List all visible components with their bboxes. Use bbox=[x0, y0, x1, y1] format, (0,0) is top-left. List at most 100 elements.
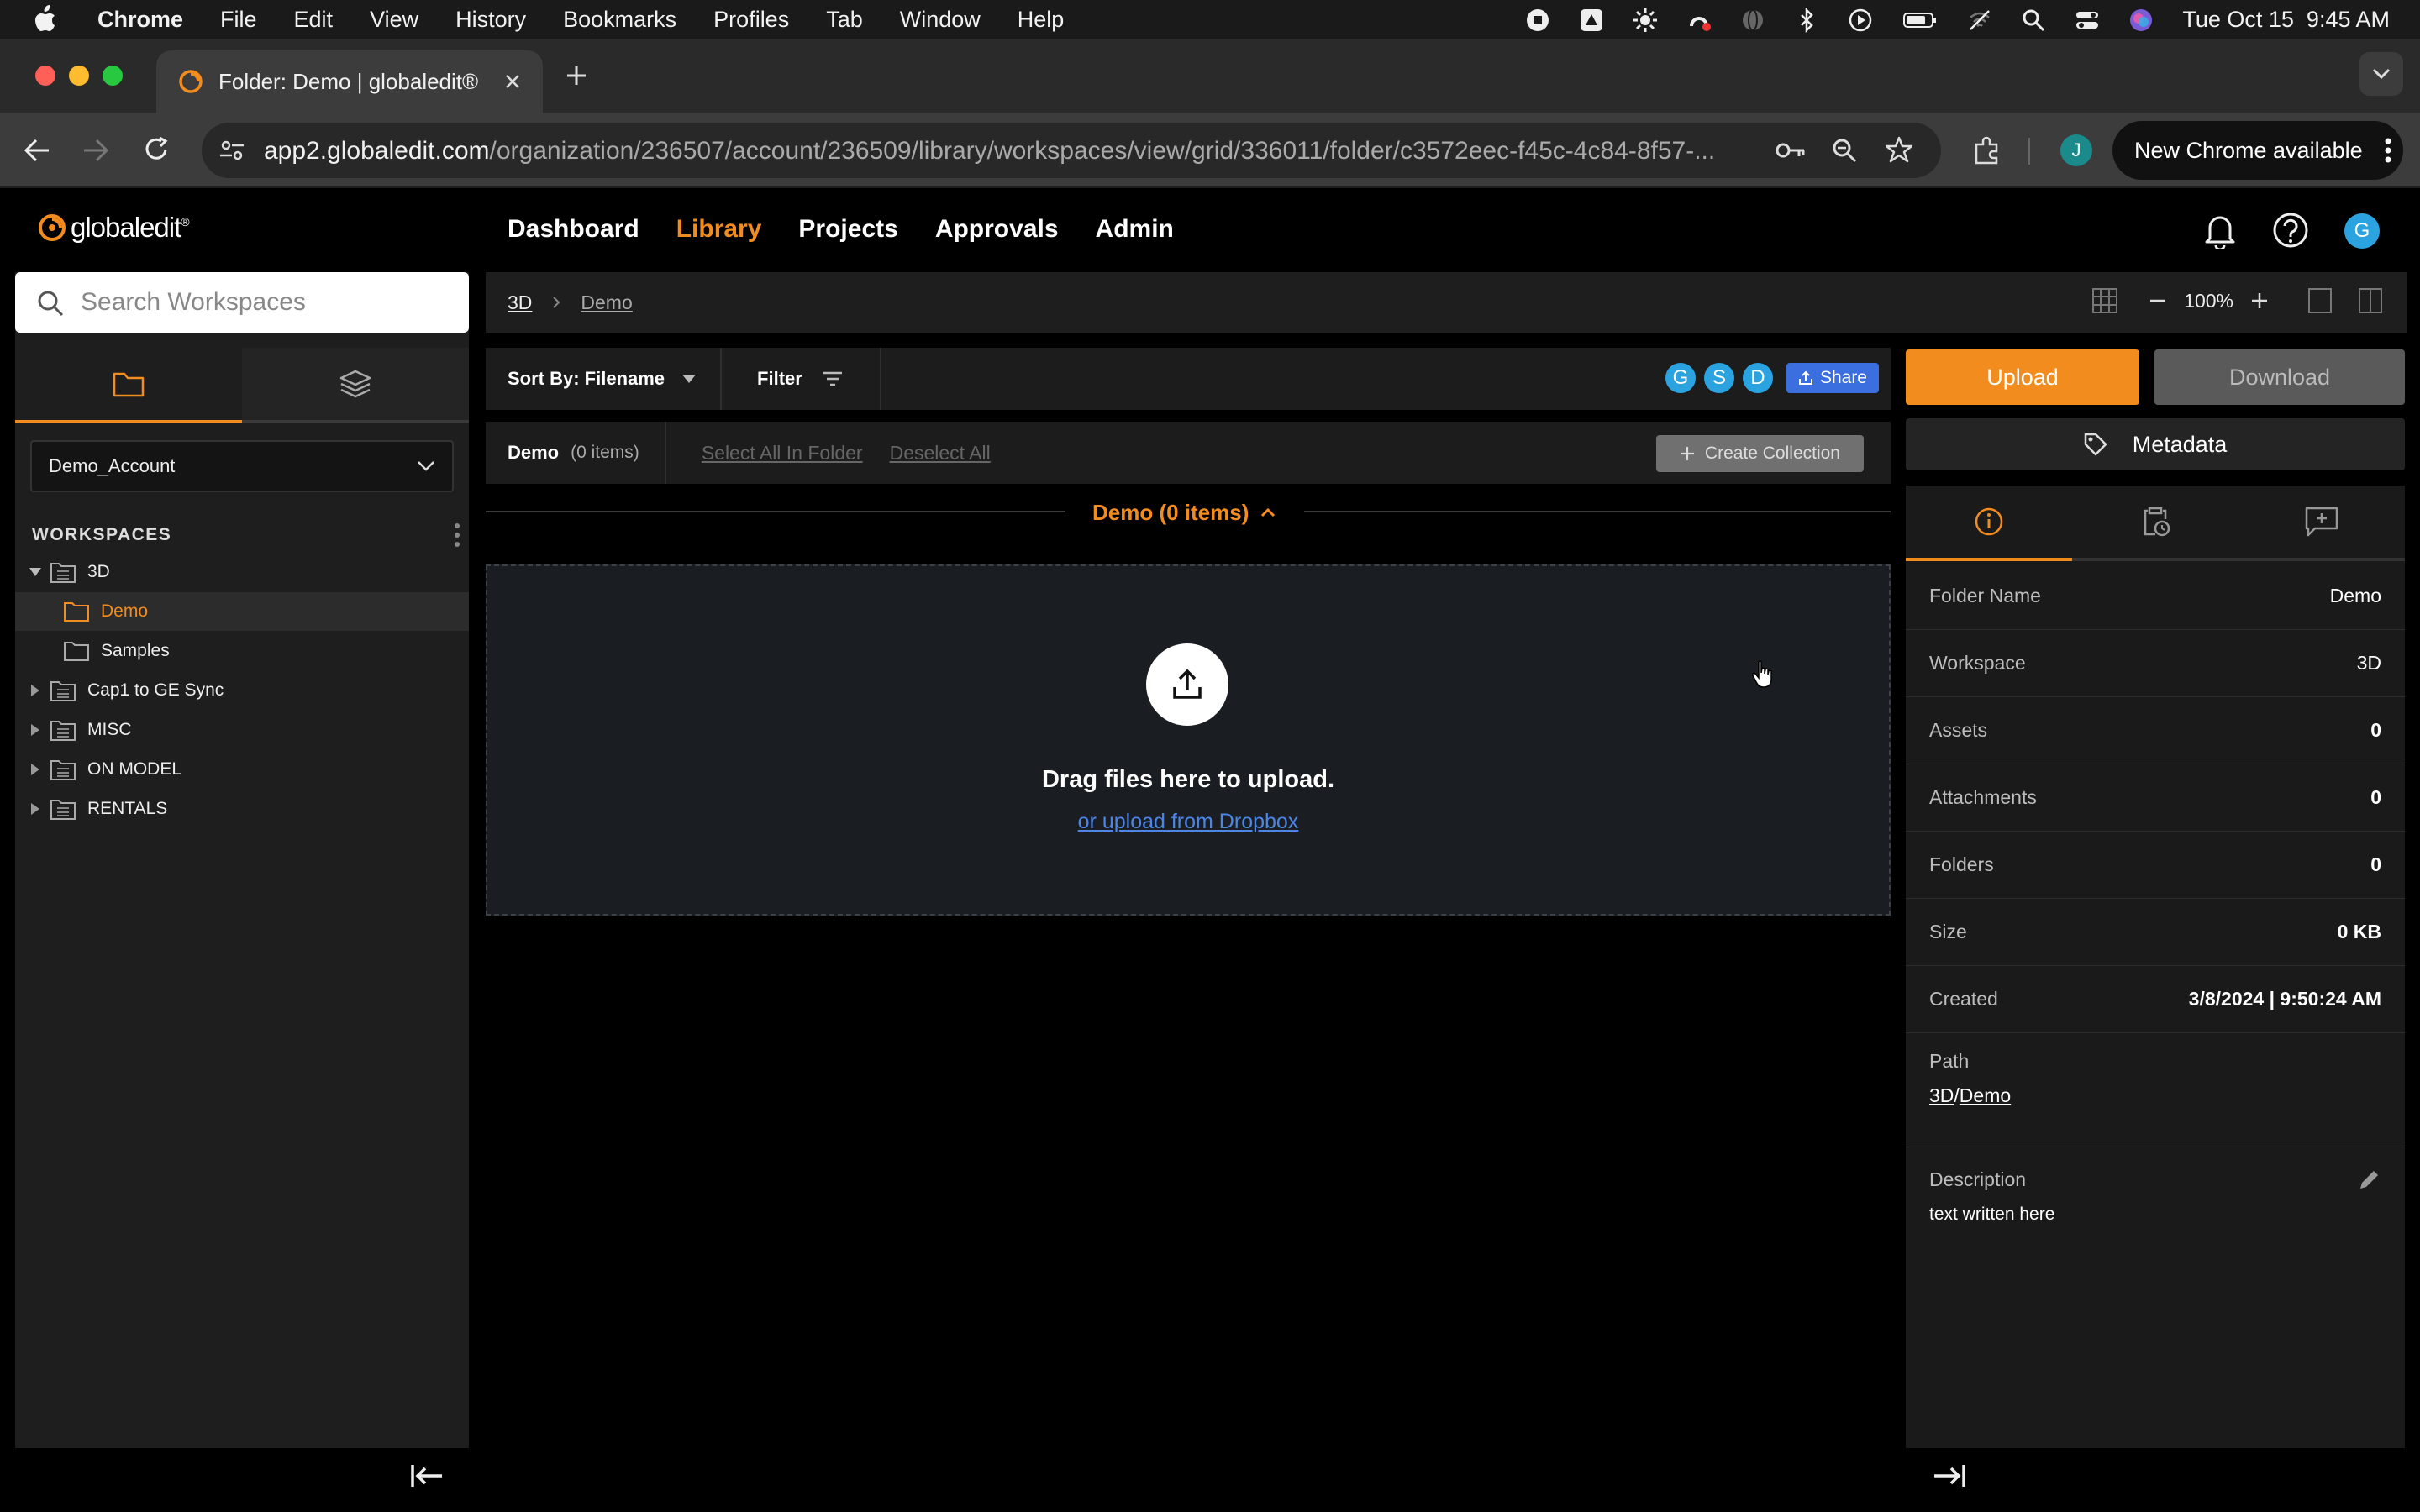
record-icon[interactable] bbox=[1525, 8, 1550, 33]
menu-file[interactable]: File bbox=[220, 7, 257, 33]
notification-bell-icon[interactable] bbox=[2203, 212, 2237, 249]
nav-admin[interactable]: Admin bbox=[1096, 215, 1174, 244]
apple-icon[interactable] bbox=[32, 5, 57, 34]
menu-bookmarks[interactable]: Bookmarks bbox=[563, 7, 676, 33]
sort-dropdown[interactable]: Sort By: Filename bbox=[486, 348, 723, 410]
play-icon[interactable] bbox=[1848, 8, 1873, 33]
caret-right-icon[interactable] bbox=[30, 684, 40, 697]
menubar-clock[interactable]: Tue Oct 15 9:45 AM bbox=[2182, 7, 2390, 33]
battery-icon[interactable] bbox=[1902, 8, 1939, 33]
breadcrumb-demo[interactable]: Demo bbox=[581, 291, 632, 314]
brand-logo[interactable]: globaledit ® bbox=[37, 212, 190, 244]
creative-cloud-icon[interactable] bbox=[1686, 8, 1712, 33]
tree-item-rentals[interactable]: RENTALS bbox=[15, 790, 469, 828]
select-all-link[interactable]: Select All In Folder bbox=[702, 442, 863, 465]
address-bar[interactable]: app2.globaledit.com/organization/236507/… bbox=[202, 123, 1941, 178]
extensions-icon[interactable] bbox=[1973, 136, 2002, 165]
menu-view[interactable]: View bbox=[370, 7, 418, 33]
upload-circle[interactable] bbox=[1146, 643, 1228, 726]
collapse-right-icon[interactable] bbox=[1933, 1463, 1966, 1488]
single-view-icon[interactable] bbox=[2307, 287, 2333, 314]
new-tab-icon[interactable] bbox=[565, 64, 588, 87]
siri-icon[interactable] bbox=[2128, 8, 2154, 33]
tab-comments[interactable] bbox=[2238, 486, 2405, 561]
more-vert-icon[interactable] bbox=[454, 522, 460, 548]
menu-edit[interactable]: Edit bbox=[294, 7, 334, 33]
globe-icon[interactable] bbox=[1740, 8, 1765, 33]
nav-dashboard[interactable]: Dashboard bbox=[508, 215, 639, 244]
upload-from-dropbox-link[interactable]: or upload from Dropbox bbox=[1078, 810, 1299, 833]
filter-button[interactable]: Filter bbox=[722, 348, 881, 410]
close-tab-icon[interactable] bbox=[504, 73, 521, 90]
new-chrome-available-button[interactable]: New Chrome available bbox=[2112, 121, 2403, 180]
tab-layers[interactable] bbox=[242, 348, 469, 423]
forward-icon[interactable] bbox=[82, 138, 109, 163]
tree-item-3d[interactable]: 3D bbox=[15, 553, 469, 591]
control-center-icon[interactable] bbox=[2075, 8, 2100, 33]
split-view-icon[interactable] bbox=[2358, 287, 2383, 314]
edit-pencil-icon[interactable] bbox=[2358, 1168, 2381, 1191]
account-select[interactable]: Demo_Account bbox=[30, 440, 454, 492]
nav-library[interactable]: Library bbox=[676, 215, 762, 244]
bookmark-star-icon[interactable] bbox=[1886, 136, 1912, 163]
share-avatar-g[interactable]: G bbox=[1663, 361, 1697, 395]
zoom-icon[interactable] bbox=[1832, 138, 1857, 163]
share-button[interactable]: Share bbox=[1786, 363, 1879, 393]
tree-item-misc[interactable]: MISC bbox=[15, 711, 469, 749]
url-text[interactable]: app2.globaledit.com/organization/236507/… bbox=[264, 137, 1810, 165]
upload-dropzone[interactable]: Drag files here to upload. or upload fro… bbox=[486, 564, 1891, 916]
password-key-icon[interactable] bbox=[1775, 139, 1807, 161]
menu-help[interactable]: Help bbox=[1018, 7, 1065, 33]
profile-avatar[interactable]: J bbox=[2060, 134, 2092, 166]
spotlight-icon[interactable] bbox=[2021, 8, 2046, 33]
tree-item-samples[interactable]: Samples bbox=[15, 632, 469, 670]
minimize-window-button[interactable] bbox=[69, 66, 89, 86]
sun-icon[interactable] bbox=[1633, 8, 1658, 33]
tab-history[interactable] bbox=[2072, 486, 2238, 561]
site-info-icon[interactable] bbox=[218, 138, 245, 163]
maximize-window-button[interactable] bbox=[103, 66, 123, 86]
deselect-all-link[interactable]: Deselect All bbox=[890, 442, 991, 465]
menu-window[interactable]: Window bbox=[900, 7, 981, 33]
caret-right-icon[interactable] bbox=[30, 723, 40, 737]
upload-button[interactable]: Upload bbox=[1906, 349, 2139, 405]
menu-history[interactable]: History bbox=[455, 7, 526, 33]
caret-right-icon[interactable] bbox=[30, 802, 40, 816]
reload-icon[interactable] bbox=[143, 136, 170, 163]
breadcrumb-3d[interactable]: 3D bbox=[508, 291, 532, 314]
path-link-demo[interactable]: Demo bbox=[1960, 1084, 2011, 1106]
tree-item-cap1[interactable]: Cap1 to GE Sync bbox=[15, 671, 469, 710]
caret-down-icon[interactable] bbox=[29, 567, 42, 577]
caret-right-icon[interactable] bbox=[30, 763, 40, 776]
create-collection-button[interactable]: Create Collection bbox=[1655, 435, 1864, 472]
grid-view-icon[interactable] bbox=[2091, 287, 2118, 314]
browser-tab-active[interactable]: Folder: Demo | globaledit® bbox=[156, 50, 543, 113]
tree-item-demo[interactable]: Demo bbox=[15, 592, 469, 631]
metadata-button[interactable]: Metadata bbox=[1906, 418, 2405, 470]
tab-folders[interactable] bbox=[15, 348, 242, 423]
share-avatar-s[interactable]: S bbox=[1702, 361, 1736, 395]
nav-projects[interactable]: Projects bbox=[798, 215, 897, 244]
wifi-off-icon[interactable] bbox=[1967, 8, 1992, 33]
menu-tab[interactable]: Tab bbox=[826, 7, 863, 33]
tree-item-on-model[interactable]: ON MODEL bbox=[15, 750, 469, 789]
search-workspaces-input[interactable] bbox=[81, 284, 450, 321]
menu-profiles[interactable]: Profiles bbox=[713, 7, 789, 33]
back-icon[interactable] bbox=[24, 138, 50, 163]
collapse-left-icon[interactable] bbox=[410, 1463, 444, 1488]
group-header[interactable]: Demo (0 items) bbox=[1092, 497, 1276, 528]
bluetooth-icon[interactable] bbox=[1794, 7, 1819, 33]
drive-icon[interactable] bbox=[1579, 8, 1604, 33]
download-button[interactable]: Download bbox=[2154, 349, 2405, 405]
zoom-out-icon[interactable] bbox=[2149, 291, 2167, 310]
nav-approvals[interactable]: Approvals bbox=[935, 215, 1059, 244]
zoom-in-icon[interactable] bbox=[2250, 291, 2269, 310]
close-window-button[interactable] bbox=[35, 66, 55, 86]
path-link-3d[interactable]: 3D bbox=[1929, 1084, 1954, 1106]
tab-info[interactable] bbox=[1906, 486, 2072, 561]
share-avatar-d[interactable]: D bbox=[1740, 361, 1775, 395]
help-icon[interactable] bbox=[2272, 212, 2309, 249]
menu-chrome[interactable]: Chrome bbox=[97, 7, 183, 33]
tab-search-button[interactable] bbox=[2360, 52, 2403, 96]
user-avatar[interactable]: G bbox=[2344, 213, 2380, 249]
